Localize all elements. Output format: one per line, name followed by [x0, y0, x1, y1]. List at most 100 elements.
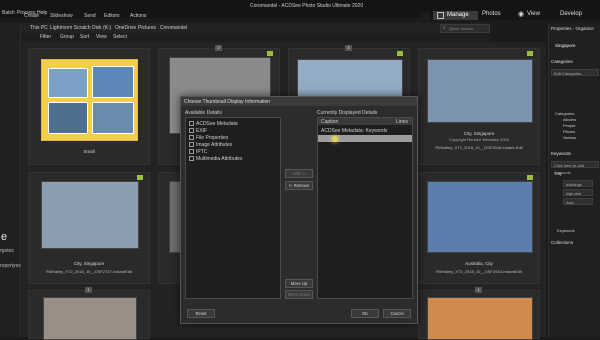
filter-menu[interactable]: Filter [40, 34, 51, 40]
ok-button[interactable]: OK [351, 309, 379, 318]
tree-item[interactable]: EXIF [189, 128, 207, 134]
sort-menu[interactable]: Sort [80, 34, 89, 40]
add-button[interactable]: Add -> [285, 169, 313, 178]
eye-icon: ◉ [518, 11, 525, 18]
folder-preview [48, 68, 88, 98]
keywords-header[interactable]: Keywords [551, 151, 599, 158]
list-item[interactable]: ACDSee Metadata: Keywords [318, 127, 412, 134]
folder-preview [92, 102, 134, 134]
mode-manage-label: Manage [447, 12, 469, 18]
thumbnail-caption: Small [83, 149, 95, 154]
caption-column-header[interactable]: Caption [321, 119, 338, 125]
move-up-button[interactable]: Move Up [285, 279, 313, 288]
available-details-list[interactable]: ACDSee Metadata EXIF File Properties Ima… [185, 117, 281, 299]
mode-view-button[interactable]: View [527, 11, 540, 17]
checkbox[interactable] [189, 128, 194, 134]
mode-photos-button[interactable]: Photos [482, 11, 501, 17]
breadcrumb-item[interactable]: This PC [30, 25, 48, 31]
checkbox[interactable] [189, 135, 194, 141]
thumbnail-image [427, 181, 533, 253]
thumbnail-cell[interactable]: City, Singapore RWhalley_XT2_2018_10__DS… [28, 172, 150, 284]
tree-item-label: EXIF [196, 128, 208, 134]
keyword-item[interactable]: City [555, 171, 562, 176]
folder-icon [41, 59, 138, 141]
mode-manage-button[interactable]: Manage [433, 11, 478, 20]
category-item[interactable]: Places [563, 129, 575, 134]
keyword-item[interactable]: high-rise [563, 189, 593, 196]
tree-item[interactable]: File Properties [189, 135, 228, 141]
breadcrumb-item[interactable]: Coromandel [160, 25, 187, 31]
mode-develop-button[interactable]: Develop [560, 11, 582, 17]
search-icon: ⌕ [443, 25, 446, 31]
category-item[interactable]: Various [563, 135, 576, 140]
properties-pane: Properties - Organize Singapore Categori… [548, 23, 600, 337]
thumbnail-number: 2 [215, 45, 222, 51]
move-down-button[interactable]: Move Down [285, 290, 313, 299]
thumbnail-image [41, 181, 139, 249]
jpg-badge [267, 51, 273, 56]
menu-item-batch[interactable]: Batch [2, 10, 15, 16]
thumbnail-cell[interactable]: 1 [28, 287, 150, 340]
thumbnail-cell[interactable]: City, Singapore Copyright Reuben Wheatle… [418, 48, 540, 165]
tree-item[interactable]: ACDSee Metadata [189, 121, 238, 127]
checkbox[interactable] [189, 149, 194, 155]
folder-name: Singapore [555, 43, 576, 48]
category-item[interactable]: Albums [563, 117, 576, 122]
slideshow-button[interactable]: Slideshow [50, 13, 73, 19]
checkbox[interactable] [189, 156, 194, 162]
cancel-button[interactable]: Cancel [383, 309, 411, 318]
breadcrumb-item[interactable]: Pictures [138, 25, 156, 31]
edit-categories-field[interactable]: Edit Categories [551, 69, 599, 76]
tree-item[interactable]: IPTC [189, 149, 207, 155]
thumbnail-copyright: Copyright Reuben Wheatley 2020 [448, 137, 510, 142]
reset-button[interactable]: Reset [187, 309, 215, 318]
remove-button[interactable]: <- Remove [285, 181, 313, 190]
folder-preview [92, 66, 134, 98]
lines-column-header[interactable]: Lines [396, 119, 408, 125]
left-pane-item[interactable]: rgetes [0, 248, 14, 254]
jpg-badge [397, 51, 403, 56]
filter-bar: Filter Group Sort View Select [20, 33, 490, 41]
tree-item[interactable]: Multimedia Attributes [189, 156, 242, 162]
thumbnail-number: 1 [85, 287, 92, 293]
search-input[interactable]: ⌕ Quick Search [440, 24, 490, 33]
group-menu[interactable]: Group [60, 34, 74, 40]
checkbox[interactable] [189, 121, 194, 127]
category-item[interactable]: Categories [555, 111, 574, 116]
keywords-input[interactable]: Click here to add keywords [551, 161, 599, 175]
breadcrumb-item[interactable]: OneDrive [115, 25, 136, 31]
thumbnail-filename: RWhalley_XT2_2018_10__DSF2646-Instant-Ed… [435, 145, 523, 150]
create-button[interactable]: Create [24, 13, 39, 19]
thumbnail-image [427, 59, 533, 123]
jpg-badge [527, 51, 533, 56]
breadcrumb-item[interactable]: Lightroom Scratch Disk (K:) [50, 25, 111, 31]
left-pane-heading: e [1, 231, 8, 243]
list-item-label: ACDSee Metadata: Keywords [321, 128, 388, 134]
thumbnail-cell[interactable]: Small [28, 48, 150, 165]
tree-item[interactable]: Image Attributes [189, 142, 232, 148]
left-pane-item[interactable]: ropertyes [0, 263, 21, 269]
collections-header[interactable]: Collections [551, 240, 599, 247]
editors-button[interactable]: Editors [104, 13, 120, 19]
dialog-title: Choose Thumbnail Display Information [184, 99, 271, 105]
keyword-item[interactable]: buildings [563, 180, 593, 187]
keywords-footer[interactable]: Keywords [557, 228, 575, 233]
window-title: Coromandel - ACDSee Photo Studio Ultimat… [250, 3, 364, 9]
select-menu[interactable]: Select [113, 34, 127, 40]
actions-button[interactable]: Actions [130, 13, 146, 19]
category-item[interactable]: People [563, 123, 575, 128]
categories-header[interactable]: Categories [551, 59, 599, 66]
current-details-list[interactable]: Caption Lines ACDSee Metadata: Keywords [317, 117, 413, 299]
properties-pane-title: Properties - Organize [551, 26, 594, 31]
thumbnail-cell[interactable]: 1 [418, 287, 540, 340]
dialog-title-bar: Choose Thumbnail Display Information [181, 97, 417, 106]
checkbox[interactable] [189, 142, 194, 148]
folder-preview [48, 102, 88, 134]
current-details-label: Currently Displayed Details [317, 110, 378, 116]
send-button[interactable]: Send [84, 13, 96, 19]
thumbnail-image [427, 297, 533, 340]
jpg-badge [527, 175, 533, 180]
thumbnail-cell[interactable]: Australia, City RWhalley_XT2_2018_10__DS… [418, 172, 540, 284]
keyword-item[interactable]: Asia [563, 198, 593, 205]
view-menu[interactable]: View [96, 34, 107, 40]
